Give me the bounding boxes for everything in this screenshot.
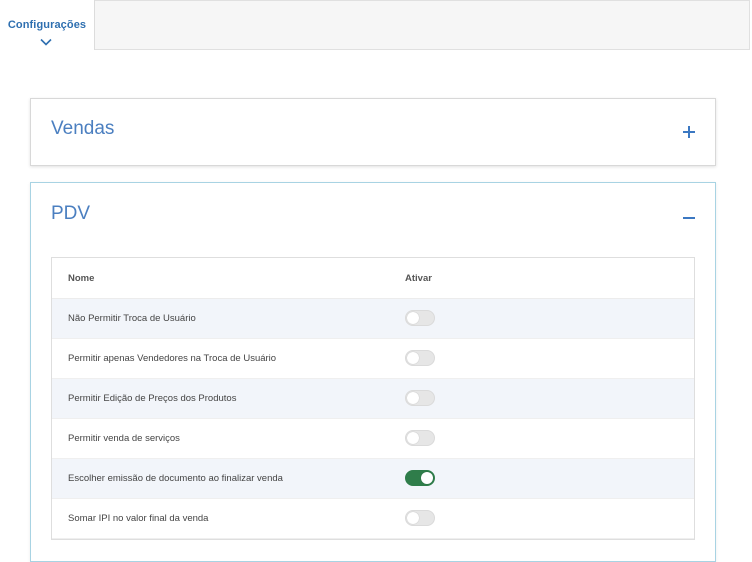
panel-pdv-title[interactable]: PDV [51, 203, 90, 225]
toggle-knob [407, 352, 419, 364]
toggle-knob [421, 472, 433, 484]
table-row: Permitir Edição de Preços dos Produtos [52, 379, 694, 419]
row-label: Permitir venda de serviços [68, 433, 180, 444]
panel-vendas: Vendas [30, 98, 716, 166]
toggle-switch[interactable] [405, 390, 435, 406]
table-row: Permitir venda de serviços [52, 419, 694, 459]
table-row: Escolher emissão de documento ao finaliz… [52, 459, 694, 499]
row-label: Somar IPI no valor final da venda [68, 513, 209, 524]
toggle-switch[interactable] [405, 350, 435, 366]
toggle-switch[interactable] [405, 470, 435, 486]
chevron-down-icon [40, 38, 52, 46]
table-row: Não Permitir Troca de Usuário [52, 299, 694, 339]
tab-configuracoes[interactable]: Configurações [0, 0, 95, 50]
table-row: Somar IPI no valor final da venda [52, 499, 694, 539]
plus-icon[interactable] [681, 124, 697, 140]
toggle-switch[interactable] [405, 430, 435, 446]
row-label: Escolher emissão de documento ao finaliz… [68, 473, 283, 484]
panel-vendas-title[interactable]: Vendas [51, 118, 114, 140]
table-header: Nome Ativar [52, 258, 694, 299]
minus-icon[interactable] [681, 208, 697, 224]
tab-bar: Configurações [0, 0, 752, 50]
toggle-switch[interactable] [405, 510, 435, 526]
row-label: Não Permitir Troca de Usuário [68, 313, 196, 324]
toggle-knob [407, 312, 419, 324]
toggle-knob [407, 432, 419, 444]
row-label: Permitir apenas Vendedores na Troca de U… [68, 353, 277, 364]
table-row: Permitir apenas Vendedores na Troca de U… [52, 339, 694, 379]
pdv-settings-table: Nome Ativar Não Permitir Troca de Usuári… [51, 257, 695, 540]
tab-configuracoes-label: Configurações [7, 19, 87, 31]
toggle-switch[interactable] [405, 310, 435, 326]
row-label: Permitir Edição de Preços dos Produtos [68, 393, 237, 404]
toggle-knob [407, 392, 419, 404]
panel-pdv: PDV Nome Ativar Não Permitir Troca de Us… [30, 182, 716, 562]
column-header-nome: Nome [68, 273, 95, 284]
tab-bar-empty-area [95, 0, 750, 50]
toggle-knob [407, 512, 419, 524]
column-header-ativar: Ativar [405, 273, 432, 284]
